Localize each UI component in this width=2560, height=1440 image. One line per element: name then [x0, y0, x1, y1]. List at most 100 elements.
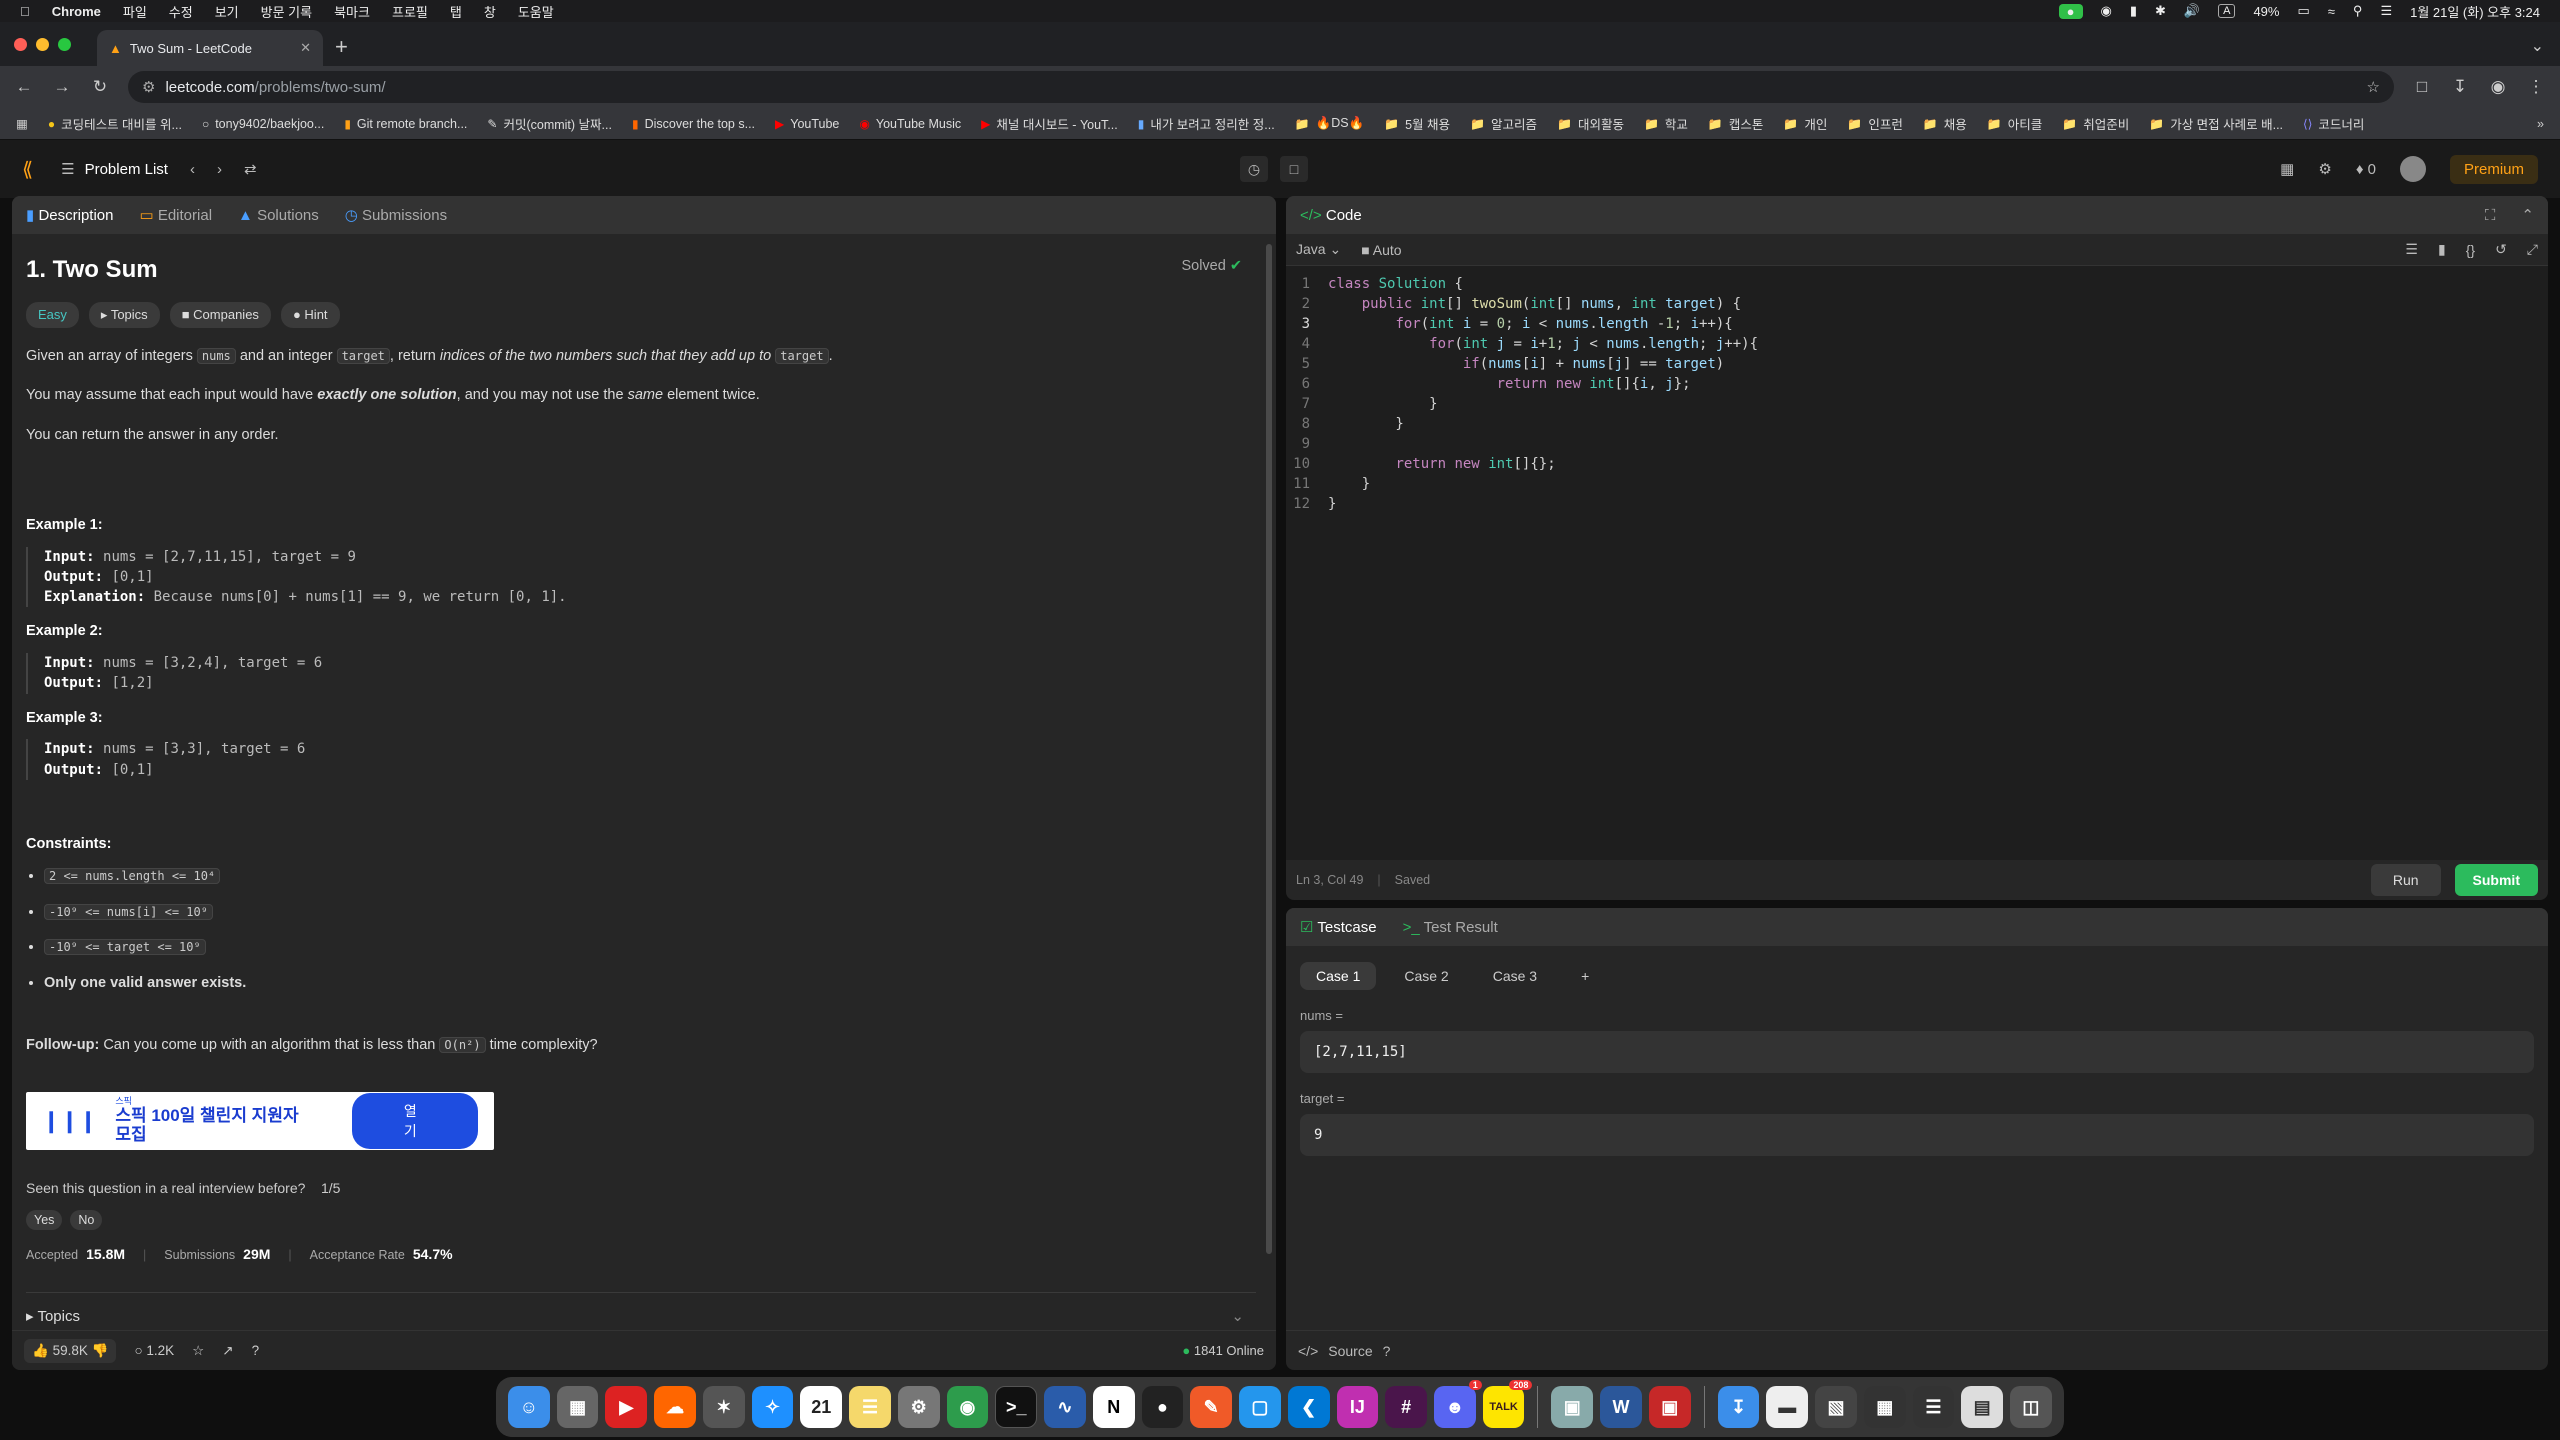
chrome-menu-icon[interactable]: ⋮: [2526, 77, 2546, 97]
control-center-icon[interactable]: ☰: [2380, 3, 2392, 19]
pdf-app-icon[interactable]: ▣: [1648, 1386, 1691, 1428]
bookmark-item[interactable]: ✎ 커밋(commit) 날짜...: [487, 114, 612, 133]
back-icon[interactable]: ←: [14, 77, 34, 97]
soundcloud-icon[interactable]: ☁: [654, 1386, 696, 1428]
bookmark-item[interactable]: ▶ YouTube: [775, 117, 839, 131]
code-line[interactable]: 5 if(nums[i] + nums[j] == target): [1286, 354, 2548, 374]
bookmark-folder[interactable]: 📁 가상 면접 사례로 배...: [2149, 114, 2283, 133]
tab-test-result[interactable]: >_ Test Result: [1403, 919, 1498, 936]
apps-grid-icon[interactable]: ▦: [16, 116, 28, 131]
comments-button[interactable]: ○ 1.2K: [134, 1343, 174, 1358]
bookmark-icon[interactable]: ▮: [2438, 241, 2446, 258]
site-info-icon[interactable]: ⚙: [142, 78, 155, 96]
trash-icon[interactable]: ◫: [2010, 1386, 2052, 1428]
code-line[interactable]: 8 }: [1286, 414, 2548, 434]
bookmark-folder[interactable]: 📁 인프런: [1847, 114, 1902, 133]
bookmark-folder[interactable]: 📁 대외활동: [1557, 114, 1624, 133]
bookmark-folder[interactable]: 📁 아티클: [1987, 114, 2042, 133]
code-line[interactable]: 1 class Solution {: [1286, 274, 2548, 294]
vscode-icon[interactable]: ❮: [1287, 1386, 1330, 1428]
source-link[interactable]: Source: [1328, 1343, 1372, 1359]
preview-icon[interactable]: ▣: [1551, 1386, 1594, 1428]
maximize-icon[interactable]: ⛶: [2485, 207, 2496, 224]
submit-button[interactable]: Submit: [2454, 864, 2538, 896]
bookmark-item[interactable]: ⟨⟩ 코드너리: [2303, 114, 2364, 133]
menu-profiles[interactable]: 프로필: [392, 2, 428, 21]
timer-icon[interactable]: ◷: [1240, 156, 1268, 182]
recent-file-icon[interactable]: ▤: [1961, 1386, 2004, 1428]
launchpad-icon[interactable]: ▦: [556, 1386, 599, 1428]
leetcode-logo-icon[interactable]: ⟪: [22, 157, 33, 182]
menu-view[interactable]: 보기: [215, 2, 239, 21]
spotlight-icon[interactable]: ⚲: [2353, 3, 2363, 19]
download-icon[interactable]: ↧: [2450, 77, 2470, 97]
wireshark-icon[interactable]: ∿: [1044, 1386, 1086, 1428]
draw-app-icon[interactable]: ✎: [1190, 1386, 1233, 1428]
nums-input[interactable]: [2,7,11,15]: [1300, 1031, 2534, 1073]
finder-icon[interactable]: ☺: [508, 1386, 550, 1428]
tab-submissions[interactable]: ◷ Submissions: [345, 206, 447, 224]
reload-icon[interactable]: ↻: [90, 77, 110, 97]
share-icon[interactable]: ↗: [222, 1343, 233, 1359]
menu-edit[interactable]: 수정: [169, 2, 193, 21]
topics-accordion[interactable]: ▸ Topics ⌄: [26, 1292, 1256, 1325]
close-tab-icon[interactable]: ✕: [300, 40, 311, 56]
hint-chip[interactable]: ● Hint: [280, 302, 340, 328]
volume-icon[interactable]: 🔊: [2184, 3, 2200, 19]
code-editor[interactable]: 1 class Solution {2 public int[] twoSum(i…: [1286, 266, 2548, 860]
battery-icon[interactable]: ▭: [2297, 3, 2309, 19]
braces-icon[interactable]: {}: [2466, 242, 2475, 258]
tab-description[interactable]: ▮ Description: [26, 206, 113, 224]
bluetooth-icon[interactable]: ✱: [2155, 3, 2166, 19]
figma-icon[interactable]: ●: [1141, 1386, 1184, 1428]
yes-button[interactable]: Yes: [26, 1210, 63, 1230]
bookmark-folder[interactable]: 📁 알고리즘: [1470, 114, 1537, 133]
help-icon[interactable]: ?: [1383, 1343, 1391, 1359]
profile-avatar-icon[interactable]: ◉: [2488, 77, 2508, 97]
new-tab-button[interactable]: +: [335, 34, 348, 60]
user-avatar[interactable]: [2399, 156, 2426, 182]
case-1-tab[interactable]: Case 1: [1300, 962, 1377, 990]
menu-help[interactable]: 도움말: [518, 2, 554, 21]
battery-percent[interactable]: 49%: [2253, 4, 2279, 19]
recent-file-icon[interactable]: ▧: [1815, 1386, 1857, 1428]
downloads-folder-icon[interactable]: ↧: [1717, 1386, 1760, 1428]
add-case-icon[interactable]: +: [1565, 962, 1605, 990]
bookmark-item[interactable]: ▮ 내가 보려고 정리한 정...: [1138, 114, 1275, 133]
calendar-icon[interactable]: 21: [800, 1386, 843, 1428]
bookmark-folder[interactable]: 📁 취업준비: [2062, 114, 2129, 133]
fullscreen-icon[interactable]: ⤢: [2527, 241, 2538, 258]
minimize-window-button[interactable]: [36, 37, 49, 51]
code-line[interactable]: 9: [1286, 434, 2548, 454]
menu-file[interactable]: 파일: [123, 2, 147, 21]
problem-list-link[interactable]: Problem List: [85, 161, 168, 178]
help-icon[interactable]: ?: [252, 1343, 260, 1358]
bookmark-item[interactable]: ▮ Git remote branch...: [344, 117, 467, 131]
forward-icon[interactable]: →: [52, 77, 72, 97]
input-source-indicator[interactable]: A: [2218, 4, 2236, 18]
format-icon[interactable]: ☰: [2405, 241, 2418, 258]
shuffle-icon[interactable]: ⇄: [244, 160, 257, 178]
settings-gear-icon[interactable]: ⚙: [2318, 160, 2331, 178]
bookmark-item[interactable]: ○ tony9402/baekjoo...: [202, 117, 324, 131]
bookmark-folder[interactable]: 📁 5월 채용: [1384, 114, 1450, 133]
code-line[interactable]: 3 for(int i = 0; i < nums.length -1; i++…: [1286, 314, 2548, 334]
bookmark-item[interactable]: ◉ YouTube Music: [859, 117, 961, 131]
premium-button[interactable]: Premium: [2449, 154, 2538, 184]
bookmark-star-icon[interactable]: ☆: [2367, 78, 2380, 96]
bookmark-item[interactable]: ● 코딩테스트 대비를 위...: [48, 114, 182, 133]
companies-chip[interactable]: ■ Companies: [169, 302, 271, 328]
safari-icon[interactable]: ✧: [751, 1386, 794, 1428]
run-button[interactable]: Run: [2370, 864, 2441, 896]
menu-clock[interactable]: 1월 21일 (화) 오후 3:24: [2410, 2, 2540, 21]
discord-icon[interactable]: ☻ 1: [1433, 1380, 1482, 1428]
collapse-icon[interactable]: ⌃: [2521, 206, 2534, 224]
code-line[interactable]: 2 public int[] twoSum(int[] nums, int ta…: [1286, 294, 2548, 314]
language-select[interactable]: Java ⌄: [1296, 241, 1341, 258]
code-line[interactable]: 7 }: [1286, 394, 2548, 414]
kakaotalk-icon[interactable]: TALK 208: [1482, 1380, 1533, 1428]
tab-editorial[interactable]: ▭ Editorial: [139, 206, 212, 224]
description-scrollbar[interactable]: [1266, 244, 1272, 1254]
menu-app-name[interactable]: Chrome: [52, 4, 101, 19]
target-input[interactable]: 9: [1300, 1114, 2534, 1156]
